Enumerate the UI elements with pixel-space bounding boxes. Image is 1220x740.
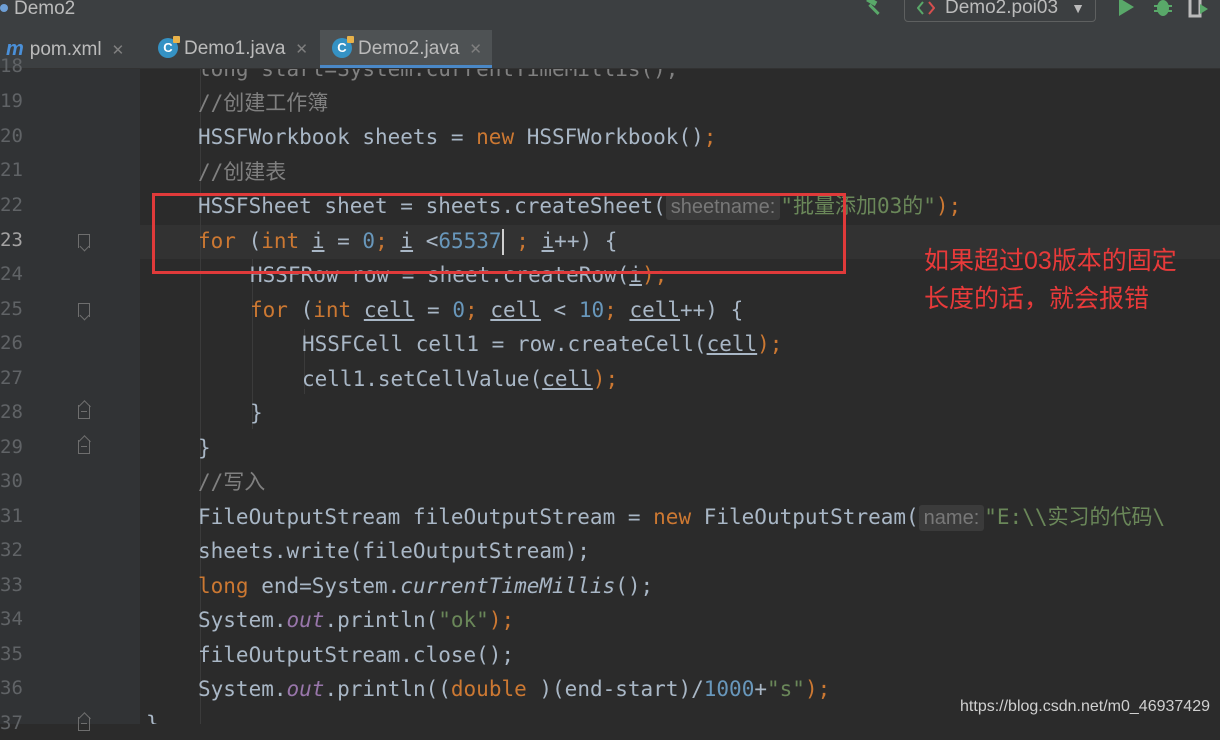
code-line-19: //创建工作簿 — [198, 91, 329, 115]
fold-close-icon[interactable] — [78, 717, 90, 731]
debug-bug-icon[interactable] — [1152, 0, 1174, 18]
tab-demo2-java[interactable]: C Demo2.java ✕ — [320, 30, 492, 68]
java-class-icon: C — [332, 36, 354, 58]
run-with-coverage-icon[interactable] — [1188, 0, 1210, 18]
project-name: Demo2 — [14, 0, 76, 19]
line-number: 20 — [0, 125, 23, 147]
code-line-28: } — [250, 401, 263, 425]
line-number: 33 — [0, 574, 23, 596]
annotation-line-2: 长度的话，就会报错 — [924, 285, 1150, 313]
code-line-21: //创建表 — [198, 160, 287, 184]
line-number: 35 — [0, 643, 23, 665]
line-number: 28 — [0, 401, 23, 423]
code-line-33: long end=System.currentTimeMillis(); — [198, 574, 654, 598]
code-line-36: System.out.println((double )(end-start)/… — [198, 677, 831, 701]
editor-tab-bar: m pom.xml ✕ C Demo1.java ✕ C Demo2.java ✕ — [0, 30, 1220, 69]
project-icon — [0, 4, 8, 12]
run-play-icon[interactable] — [1116, 0, 1136, 18]
code-line-27: cell1.setCellValue(cell); — [302, 367, 619, 391]
line-number: 19 — [0, 90, 23, 112]
tab-label: pom.xml — [29, 39, 102, 60]
top-toolbar: Demo2 Demo2.poi03 ▼ — [0, 0, 1220, 30]
java-class-icon: C — [158, 36, 180, 58]
red-highlight-box — [152, 193, 846, 274]
run-configuration-select[interactable]: Demo2.poi03 ▼ — [904, 0, 1096, 22]
line-number: 30 — [0, 470, 23, 492]
project-breadcrumb[interactable]: Demo2 — [0, 0, 75, 20]
line-number-gutter[interactable]: 18 19 20 21 22 23 24 25 26 27 28 29 30 3… — [0, 55, 140, 734]
fold-open-icon[interactable] — [78, 303, 90, 317]
code-line-20: HSSFWorkbook sheets = new HSSFWorkbook()… — [198, 125, 717, 149]
line-number: 31 — [0, 505, 23, 527]
watermark: https://blog.csdn.net/m0_46937429 — [960, 698, 1210, 715]
run-config-label: Demo2.poi03 — [945, 0, 1059, 18]
parameter-hint: name: — [918, 505, 985, 531]
annotation-line-1: 如果超过03版本的固定 — [924, 247, 1177, 275]
line-number-current: 23 — [0, 229, 23, 251]
code-line-34: System.out.println("ok"); — [198, 608, 515, 632]
line-number: 24 — [0, 263, 23, 285]
line-number: 27 — [0, 367, 23, 389]
build-hammer-icon[interactable] — [864, 0, 886, 18]
line-number: 21 — [0, 159, 23, 181]
code-line-37: } — [146, 712, 159, 724]
line-number: 37 — [0, 712, 23, 734]
code-line-18: long start=System.currentTimeMillis(); — [198, 69, 679, 81]
code-line-32: sheets.write(fileOutputStream); — [198, 539, 590, 563]
line-number: 36 — [0, 677, 23, 699]
run-config-icon — [917, 1, 935, 15]
close-icon[interactable]: ✕ — [295, 41, 308, 58]
line-number: 25 — [0, 298, 23, 320]
tab-label: Demo2.java — [358, 38, 460, 59]
tab-label: Demo1.java — [184, 38, 286, 59]
line-number: 32 — [0, 539, 23, 561]
close-icon[interactable]: ✕ — [112, 42, 125, 59]
close-icon[interactable]: ✕ — [469, 41, 482, 58]
line-number: 34 — [0, 608, 23, 630]
code-line-26: HSSFCell cell1 = row.createCell(cell); — [302, 332, 783, 356]
line-number: 18 — [0, 55, 23, 77]
fold-close-icon[interactable] — [78, 440, 90, 454]
code-line-30: //写入 — [198, 470, 266, 494]
tab-demo1-java[interactable]: C Demo1.java ✕ — [150, 30, 318, 68]
code-line-25: for (int cell = 0; cell < 10; cell++) { — [250, 298, 744, 322]
line-number: 22 — [0, 194, 23, 216]
fold-close-icon[interactable] — [78, 405, 90, 419]
line-number: 29 — [0, 436, 23, 458]
code-line-31: FileOutputStream fileOutputStream = new … — [198, 505, 1166, 531]
chevron-down-icon: ▼ — [1071, 0, 1085, 16]
code-editor[interactable]: long start=System.currentTimeMillis(); /… — [140, 69, 1220, 724]
code-line-35: fileOutputStream.close(); — [198, 643, 515, 667]
code-line-29: } — [198, 436, 211, 460]
line-number: 26 — [0, 332, 23, 354]
fold-open-icon[interactable] — [78, 234, 90, 248]
annotation-note: 如果超过03版本的固定 长度的话，就会报错 — [924, 242, 1214, 318]
